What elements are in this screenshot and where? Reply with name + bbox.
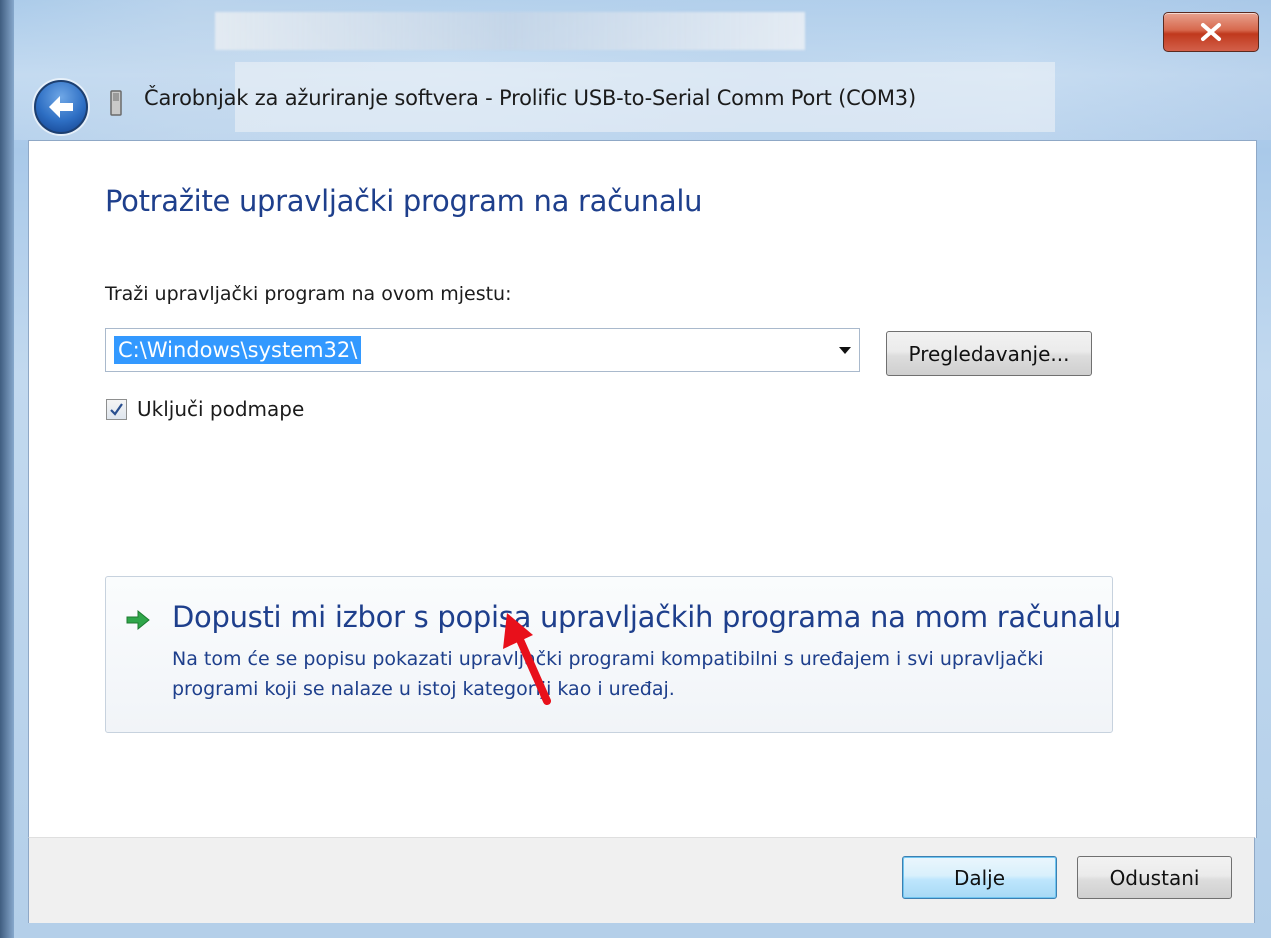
green-arrow-icon <box>126 609 150 631</box>
page-heading: Potražite upravljački program na računal… <box>105 184 703 218</box>
path-combobox[interactable]: C:\Windows\system32\ <box>105 328 860 372</box>
search-location-label: Traži upravljački program na ovom mjestu… <box>105 283 512 305</box>
cancel-button[interactable]: Odustani <box>1077 856 1232 899</box>
next-button[interactable]: Dalje <box>902 856 1057 899</box>
back-arrow-icon <box>49 96 73 118</box>
annotation-arrow-icon <box>503 613 551 705</box>
browse-button[interactable]: Pregledavanje... <box>886 331 1092 376</box>
background-window-blur <box>215 12 805 50</box>
window-title: Čarobnjak za ažuriranje softvera - Proli… <box>144 86 916 110</box>
path-input-value[interactable]: C:\Windows\system32\ <box>114 336 362 364</box>
content-pane <box>28 140 1257 838</box>
command-link-title[interactable]: Dopusti mi izbor s popisa upravljačkih p… <box>172 600 1121 634</box>
command-link-description: Na tom će se popisu pokazati upravljački… <box>172 648 1044 700</box>
include-subfolders-label[interactable]: Uključi podmape <box>137 397 304 421</box>
include-subfolders-checkbox[interactable] <box>106 399 127 420</box>
close-button[interactable] <box>1163 12 1259 52</box>
window-edge <box>0 0 14 938</box>
dropdown-arrow-icon[interactable] <box>839 347 851 354</box>
close-icon <box>1201 23 1221 41</box>
wizard-footer <box>28 837 1255 923</box>
checkmark-icon <box>110 403 123 416</box>
back-button[interactable] <box>34 80 88 134</box>
usb-device-icon <box>110 90 122 116</box>
